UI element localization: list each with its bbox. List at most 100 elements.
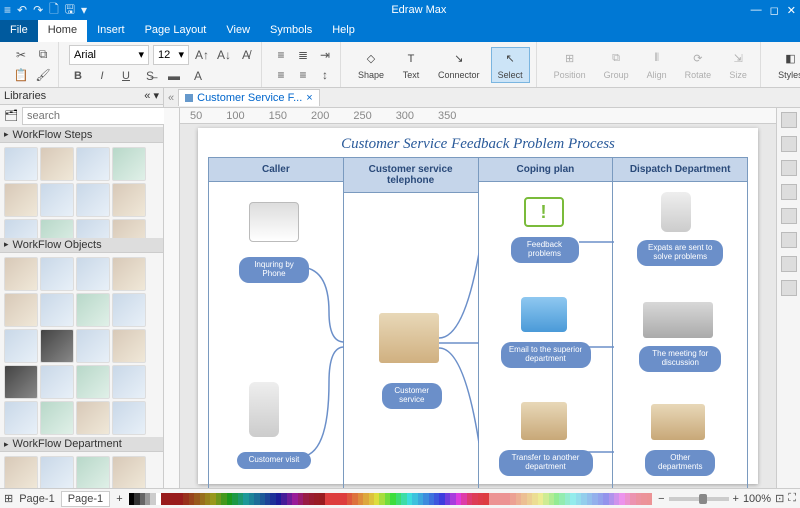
bullets-icon[interactable]: ≡	[272, 46, 290, 64]
styles-button[interactable]: ◧Styles	[771, 47, 800, 83]
tool-expand-icon[interactable]	[781, 280, 797, 296]
group-button[interactable]: ⧉Group	[597, 47, 636, 83]
node-visit[interactable]: Customer visit	[237, 452, 311, 469]
shape-item[interactable]	[112, 219, 146, 238]
canvas[interactable]: Customer Service Feedback Problem Proces…	[180, 124, 776, 488]
shape-item[interactable]	[4, 401, 38, 435]
font-color-icon[interactable]: A	[189, 67, 207, 85]
paste-icon[interactable]: 📋	[12, 66, 30, 84]
cat-workflow-steps[interactable]: WorkFlow Steps	[0, 128, 163, 143]
tab-file[interactable]: File	[0, 20, 38, 42]
increase-font-icon[interactable]: A↑	[193, 46, 211, 64]
tab-insert[interactable]: Insert	[87, 20, 135, 42]
transfer-desk-icon[interactable]	[521, 402, 567, 440]
node-meeting[interactable]: The meeting for discussion	[639, 346, 721, 372]
tab-symbols[interactable]: Symbols	[260, 20, 322, 42]
font-size[interactable]: 12▾	[153, 45, 189, 65]
decrease-font-icon[interactable]: A↓	[215, 46, 233, 64]
libraries-menu-icon[interactable]: « ▾	[144, 89, 159, 102]
shape-item[interactable]	[4, 329, 38, 363]
cut-icon[interactable]: ✂	[12, 46, 30, 64]
shape-item[interactable]	[76, 456, 110, 488]
tool-shadow-icon[interactable]	[781, 232, 797, 248]
tool-layer-icon[interactable]	[781, 160, 797, 176]
node-feedback[interactable]: Feedback problems	[511, 237, 579, 263]
font-select[interactable]: Arial▾	[69, 45, 149, 65]
zoom-in-icon[interactable]: +	[733, 493, 739, 505]
undo-icon[interactable]: ↶	[17, 3, 27, 17]
node-email[interactable]: Email to the superior department	[501, 342, 591, 368]
shape-item[interactable]	[112, 365, 146, 399]
shape-item[interactable]	[112, 183, 146, 217]
tool-page-icon[interactable]	[781, 136, 797, 152]
indent-icon[interactable]: ⇥	[316, 46, 334, 64]
node-inquiring[interactable]: Inquring by Phone	[239, 257, 309, 283]
shape-item[interactable]	[76, 293, 110, 327]
line-spacing-icon[interactable]: ↕	[316, 66, 334, 84]
rotate-button[interactable]: ⟳Rotate	[678, 47, 719, 83]
shape-item[interactable]	[4, 147, 38, 181]
expat-icon[interactable]	[661, 192, 691, 232]
zoom-out-icon[interactable]: −	[658, 493, 664, 505]
tab-view[interactable]: View	[216, 20, 260, 42]
shape-item[interactable]	[76, 257, 110, 291]
copy-icon[interactable]: ⧉	[34, 46, 52, 64]
shape-item[interactable]	[112, 456, 146, 488]
shape-item[interactable]	[4, 293, 38, 327]
other-desk-icon[interactable]	[651, 404, 705, 440]
phone-icon[interactable]	[249, 202, 299, 242]
shape-item[interactable]	[40, 183, 74, 217]
shape-item[interactable]	[112, 293, 146, 327]
shape-item[interactable]	[76, 219, 110, 238]
tool-format-icon[interactable]	[781, 112, 797, 128]
fit-page-icon[interactable]: ⊡	[775, 492, 784, 505]
shape-item[interactable]	[40, 219, 74, 238]
shape-item[interactable]	[4, 456, 38, 488]
shape-item[interactable]	[40, 329, 74, 363]
position-button[interactable]: ⊞Position	[547, 47, 593, 83]
align-button[interactable]: ⫴Align	[640, 47, 674, 83]
shape-item[interactable]	[40, 401, 74, 435]
shape-item[interactable]	[40, 456, 74, 488]
page-tab[interactable]: Page-1	[61, 491, 110, 507]
italic-icon[interactable]: I	[93, 67, 111, 85]
save-icon[interactable]: 🖫	[65, 0, 75, 21]
tab-home[interactable]: Home	[38, 20, 87, 42]
person-icon[interactable]	[249, 382, 279, 437]
qat-dropdown-icon[interactable]: ▾	[81, 3, 87, 17]
cat-workflow-dept[interactable]: WorkFlow Department	[0, 437, 163, 452]
zoom-slider[interactable]	[669, 497, 729, 501]
shape-item[interactable]	[4, 183, 38, 217]
meeting-icon[interactable]	[643, 302, 713, 338]
numbering-icon[interactable]: ≣	[294, 46, 312, 64]
redo-icon[interactable]: ↷	[33, 3, 43, 17]
shape-button[interactable]: ◇Shape	[351, 47, 391, 83]
strike-icon[interactable]: S̶	[141, 67, 159, 85]
node-expats[interactable]: Expats are sent to solve problems	[637, 240, 723, 266]
text-button[interactable]: TText	[395, 47, 427, 83]
new-icon[interactable]: 🗋	[49, 0, 59, 21]
clear-format-icon[interactable]: A̸	[237, 46, 255, 64]
maximize-icon[interactable]: ◻	[770, 4, 779, 17]
shape-item[interactable]	[40, 365, 74, 399]
shape-item[interactable]	[4, 365, 38, 399]
desk-icon[interactable]	[379, 313, 439, 363]
cat-workflow-objects[interactable]: WorkFlow Objects	[0, 238, 163, 253]
library-add-icon[interactable]: 🗂	[4, 109, 18, 122]
fullscreen-icon[interactable]: ⛶	[788, 492, 796, 505]
tool-line-icon[interactable]	[781, 184, 797, 200]
connector-button[interactable]: ↘Connector	[431, 47, 487, 83]
shape-item[interactable]	[40, 293, 74, 327]
shape-item[interactable]	[112, 401, 146, 435]
bold-icon[interactable]: B	[69, 67, 87, 85]
close-icon[interactable]: ✕	[787, 4, 796, 17]
shape-item[interactable]	[112, 329, 146, 363]
underline-icon[interactable]: U	[117, 67, 135, 85]
node-other[interactable]: Other departments	[645, 450, 715, 476]
shape-item[interactable]	[76, 183, 110, 217]
shape-item[interactable]	[112, 147, 146, 181]
shape-item[interactable]	[4, 257, 38, 291]
exclaim-icon[interactable]: !	[524, 197, 564, 227]
tab-pagelayout[interactable]: Page Layout	[135, 20, 217, 42]
tool-text-icon[interactable]	[781, 256, 797, 272]
